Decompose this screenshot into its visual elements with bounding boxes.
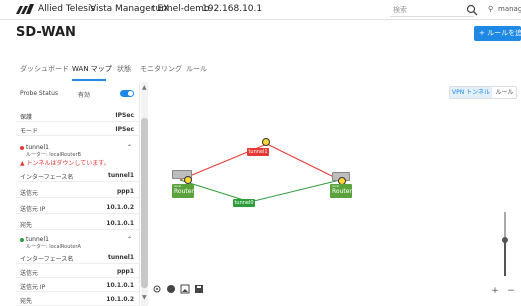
tab-dashboard[interactable]: ダッシュボード [20, 64, 69, 74]
tunnel-label-top[interactable]: tunnel1 [247, 148, 269, 156]
router-b-node[interactable]: local RouterB [330, 184, 356, 198]
probe-status-row: Probe Status 有効 [16, 86, 139, 100]
top-bar: Allied Telesis Vista Manager EX tunnel-d… [0, 0, 521, 20]
allied-telesis-logo [16, 4, 34, 14]
probe-status-toggle[interactable] [120, 90, 134, 97]
detail-row: 送信元 IP 10.1.0.2 [16, 200, 139, 214]
status-dot-down [20, 145, 24, 150]
zoom-handle[interactable] [502, 237, 508, 243]
tunnel-down-warning: ▲ トンネルはダウンしています。 [20, 160, 110, 167]
tab-monitoring[interactable]: モニタリング [140, 64, 182, 74]
host-name: tunnel-demo [152, 4, 210, 14]
active-tab-indicator [72, 79, 106, 81]
details-panel: Probe Status 有効 保護 IPSec モード IPSec tunne… [16, 82, 140, 306]
user-icon: ⚲ [488, 5, 494, 13]
vpn-tunnel-view-button[interactable]: VPN トンネル [450, 87, 492, 98]
search-icon[interactable] [466, 4, 478, 16]
tunnel-link-up-right[interactable] [249, 179, 341, 203]
tab-status[interactable]: 状態 [117, 64, 131, 74]
center-icon[interactable] [166, 284, 176, 294]
status-dot-up [20, 237, 24, 242]
rule-view-button[interactable]: ルール [492, 87, 517, 98]
map-view-toggle: VPN トンネル ルール [449, 86, 517, 99]
image-export-icon[interactable] [180, 284, 190, 294]
tab-wan-map[interactable]: WAN マップ [72, 64, 112, 74]
router-a-status-icon [184, 176, 192, 184]
scroll-down-icon[interactable]: ▼ [142, 294, 147, 301]
scroll-up-icon[interactable]: ▲ [142, 84, 147, 91]
add-rule-button[interactable]: + ルールを追加 [474, 26, 521, 41]
detail-row: 送信元 ppp1 [16, 184, 139, 198]
tunnel-label-bottom[interactable]: tunnel0 [233, 199, 255, 207]
tunnel-link-down-right[interactable] [266, 143, 341, 181]
wan-map-canvas[interactable]: tunnel1 tunnel0 local RouterA local Rout… [150, 82, 521, 306]
fit-to-screen-icon[interactable] [152, 284, 162, 294]
detail-row: 送信元 ppp1 [16, 264, 139, 278]
detail-row: 宛先 10.1.0.2 [16, 292, 139, 306]
detail-row: インターフェース名 tunnel1 [16, 168, 139, 182]
detail-row: 保護 IPSec [16, 108, 139, 122]
chevron-up-icon[interactable]: ⌃ [127, 144, 132, 151]
layout-save-icon[interactable] [194, 284, 204, 294]
zoom-out-button[interactable]: − [505, 285, 517, 297]
user-menu[interactable]: ⚲ manager [486, 5, 521, 13]
tab-rules[interactable]: ルール [186, 64, 207, 74]
detail-row: 宛先 10.1.0.1 [16, 216, 139, 230]
tab-bar: ダッシュボード WAN マップ 状態 モニタリング ルール [16, 62, 516, 81]
zoom-in-button[interactable]: + [489, 285, 501, 297]
detail-row: インターフェース名 tunnel1 [16, 250, 139, 264]
probe-icon[interactable] [262, 138, 270, 146]
brand-name: Allied Telesis [38, 4, 96, 14]
page-title: SD-WAN [16, 25, 76, 40]
scrollbar-thumb[interactable] [141, 118, 148, 288]
router-a-node[interactable]: local RouterA [172, 184, 198, 198]
search-input[interactable]: 検索 [390, 3, 474, 17]
zoom-slider[interactable] [501, 212, 509, 276]
chevron-up-icon[interactable]: ⌃ [127, 236, 132, 243]
host-ip: 192.168.10.1 [202, 4, 263, 14]
detail-row: 送信元 IP 10.1.0.1 [16, 278, 139, 292]
detail-row: モード IPSec [16, 122, 139, 136]
